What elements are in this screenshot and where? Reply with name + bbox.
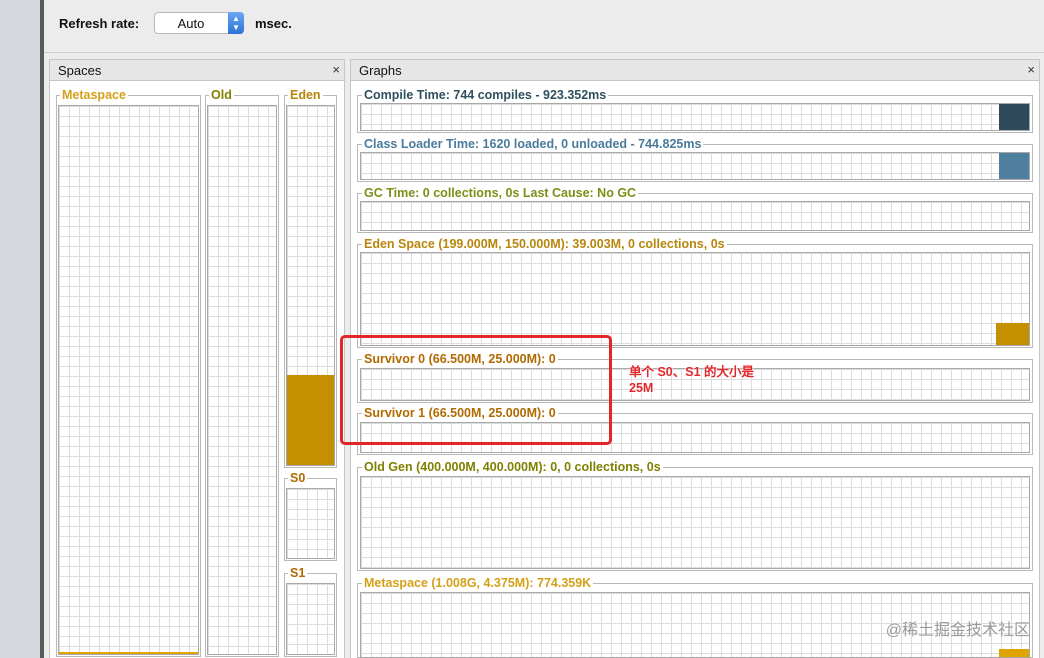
eden-usage-fill [287, 375, 334, 465]
s1-grid [286, 583, 335, 655]
eden-box-title: Eden [288, 88, 323, 102]
compile-time-title: Compile Time: 744 compiles - 923.352ms [362, 88, 609, 102]
gc-time-graph [360, 201, 1030, 231]
spaces-panel-header: Spaces × [49, 59, 345, 81]
eden-space-title: Eden Space (199.000M, 150.000M): 39.003M… [362, 237, 727, 251]
metaspace-usage-fill [59, 652, 198, 654]
close-icon[interactable]: × [1027, 62, 1035, 77]
watermark: @稀土掘金技术社区 [885, 622, 1030, 639]
refresh-rate-value: Auto [177, 16, 205, 31]
chevron-updown-icon[interactable]: ▲ ▼ [228, 12, 244, 34]
refresh-rate-select[interactable]: Auto ▲ ▼ [154, 12, 244, 34]
class-loader-graph [360, 152, 1030, 180]
graphs-panel-header: Graphs × [350, 59, 1040, 81]
s1-box-title: S1 [288, 566, 308, 580]
compile-time-graph [360, 103, 1030, 131]
class-loader-bar [999, 153, 1029, 179]
s0-grid [286, 488, 335, 559]
eden-space-graph [360, 252, 1030, 346]
old-gen-graph [360, 476, 1030, 569]
close-icon[interactable]: × [332, 62, 340, 77]
metaspace-grid [58, 105, 199, 655]
old-gen-title: Old Gen (400.000M, 400.000M): 0, 0 colle… [362, 460, 663, 474]
metaspace-graph-title: Metaspace (1.008G, 4.375M): 774.359K [362, 576, 594, 590]
old-grid [207, 105, 277, 655]
annotation-line-2: 25M [629, 381, 654, 395]
annotation-text: 单个 S0、S1 的大小是 25M [629, 364, 754, 396]
sidebar-divider[interactable] [40, 0, 44, 658]
spaces-title: Spaces [58, 63, 102, 78]
metaspace-box-title: Metaspace [60, 88, 128, 102]
old-box-title: Old [209, 88, 234, 102]
graphs-title: Graphs [359, 63, 402, 78]
gc-time-title: GC Time: 0 collections, 0s Last Cause: N… [362, 186, 639, 200]
refresh-rate-label: Refresh rate: [59, 16, 140, 31]
refresh-rate-unit: msec. [255, 16, 292, 31]
annotation-line-1: 单个 S0、S1 的大小是 [629, 365, 755, 379]
class-loader-title: Class Loader Time: 1620 loaded, 0 unload… [362, 137, 704, 151]
highlight-box [340, 335, 612, 445]
metaspace-graph-bar [999, 649, 1029, 657]
left-sidebar [0, 0, 40, 658]
s0-box-title: S0 [288, 471, 308, 485]
eden-grid [286, 105, 335, 466]
toolbar: Refresh rate: Auto ▲ ▼ msec. [44, 0, 1044, 53]
eden-space-bar [996, 323, 1029, 345]
spaces-panel: Metaspace Old Eden S0 S1 [49, 81, 345, 658]
compile-time-bar [999, 104, 1029, 130]
